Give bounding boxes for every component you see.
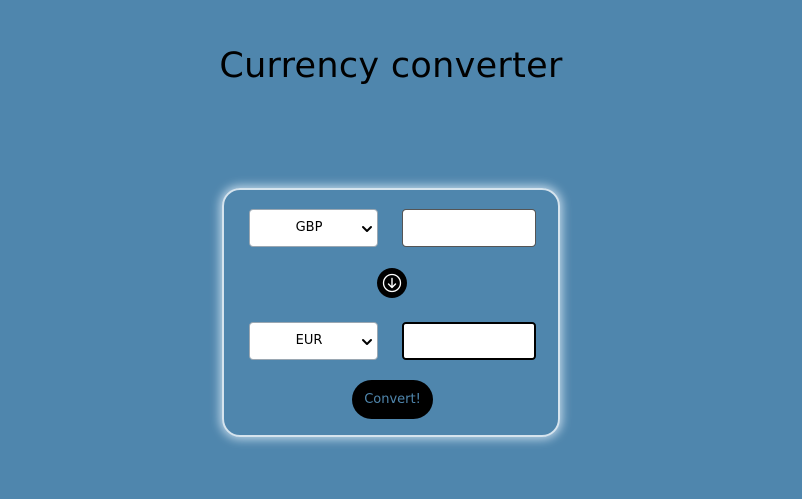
converter-card: GBP EUR Convert! (222, 188, 560, 437)
to-currency-select[interactable]: EUR (249, 322, 378, 360)
from-currency-value: GBP (295, 220, 323, 235)
page-title: Currency converter (219, 46, 563, 86)
to-currency-value: EUR (295, 333, 323, 348)
chevron-down-icon (362, 226, 372, 232)
arrow-down-icon (382, 273, 402, 293)
convert-button[interactable]: Convert! (352, 380, 433, 419)
to-amount-input[interactable] (402, 322, 536, 360)
from-amount-input[interactable] (402, 209, 536, 247)
chevron-down-icon (362, 339, 372, 345)
swap-button[interactable] (377, 268, 407, 298)
from-currency-select[interactable]: GBP (249, 209, 378, 247)
